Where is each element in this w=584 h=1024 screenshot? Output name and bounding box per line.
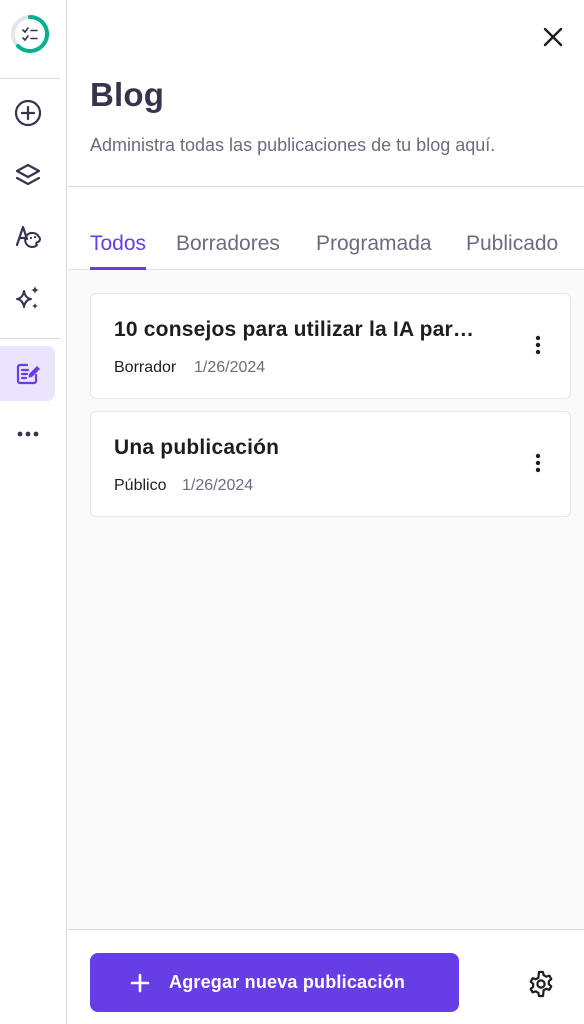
- blog-edit-icon[interactable]: [0, 346, 55, 401]
- plus-circle-icon[interactable]: [0, 85, 55, 140]
- post-title: 10 consejos para utilizar la IA para mej…: [114, 318, 484, 341]
- sparkles-icon[interactable]: [0, 270, 55, 325]
- left-sidebar: [0, 0, 67, 1024]
- more-vertical-icon[interactable]: [523, 448, 553, 478]
- post-status: Público: [114, 477, 167, 494]
- page-subtitle: Administra todas las publicaciones de tu…: [90, 135, 496, 155]
- tab-bar: Todos Borradores Programada Publicado: [68, 187, 584, 270]
- logo-checklist-progress-icon[interactable]: [2, 6, 57, 61]
- plus-icon: [130, 973, 150, 993]
- rail-divider: [0, 78, 60, 79]
- add-post-label: Agregar nueva publicación: [169, 972, 406, 992]
- rail-divider: [0, 338, 60, 339]
- tab-publicado[interactable]: Publicado: [466, 232, 558, 270]
- panel-header: Blog Administra todas las publicaciones …: [68, 0, 584, 187]
- blog-panel: Blog Administra todas las publicaciones …: [68, 0, 584, 1024]
- gear-icon[interactable]: [524, 967, 558, 1001]
- tab-programada[interactable]: Programada: [316, 232, 432, 270]
- page-title: Blog: [90, 76, 165, 113]
- post-date: 1/26/2024: [194, 359, 266, 376]
- close-icon[interactable]: [538, 22, 568, 52]
- post-title: Una publicación: [114, 436, 280, 459]
- tab-borradores[interactable]: Borradores: [176, 232, 280, 270]
- post-card[interactable]: 10 consejos para utilizar la IA para mej…: [90, 293, 571, 399]
- post-card[interactable]: Una publicación Público 1/26/2024: [90, 411, 571, 517]
- add-post-button[interactable]: Agregar nueva publicación: [90, 953, 459, 1012]
- more-vertical-icon[interactable]: [523, 330, 553, 360]
- post-date: 1/26/2024: [182, 477, 254, 494]
- more-horizontal-icon[interactable]: [0, 406, 55, 461]
- layers-icon[interactable]: [0, 147, 55, 202]
- panel-footer: Agregar nueva publicación: [68, 929, 584, 1024]
- tab-todos[interactable]: Todos: [90, 232, 147, 270]
- post-status: Borrador: [114, 359, 177, 376]
- palette-text-icon[interactable]: [0, 208, 55, 263]
